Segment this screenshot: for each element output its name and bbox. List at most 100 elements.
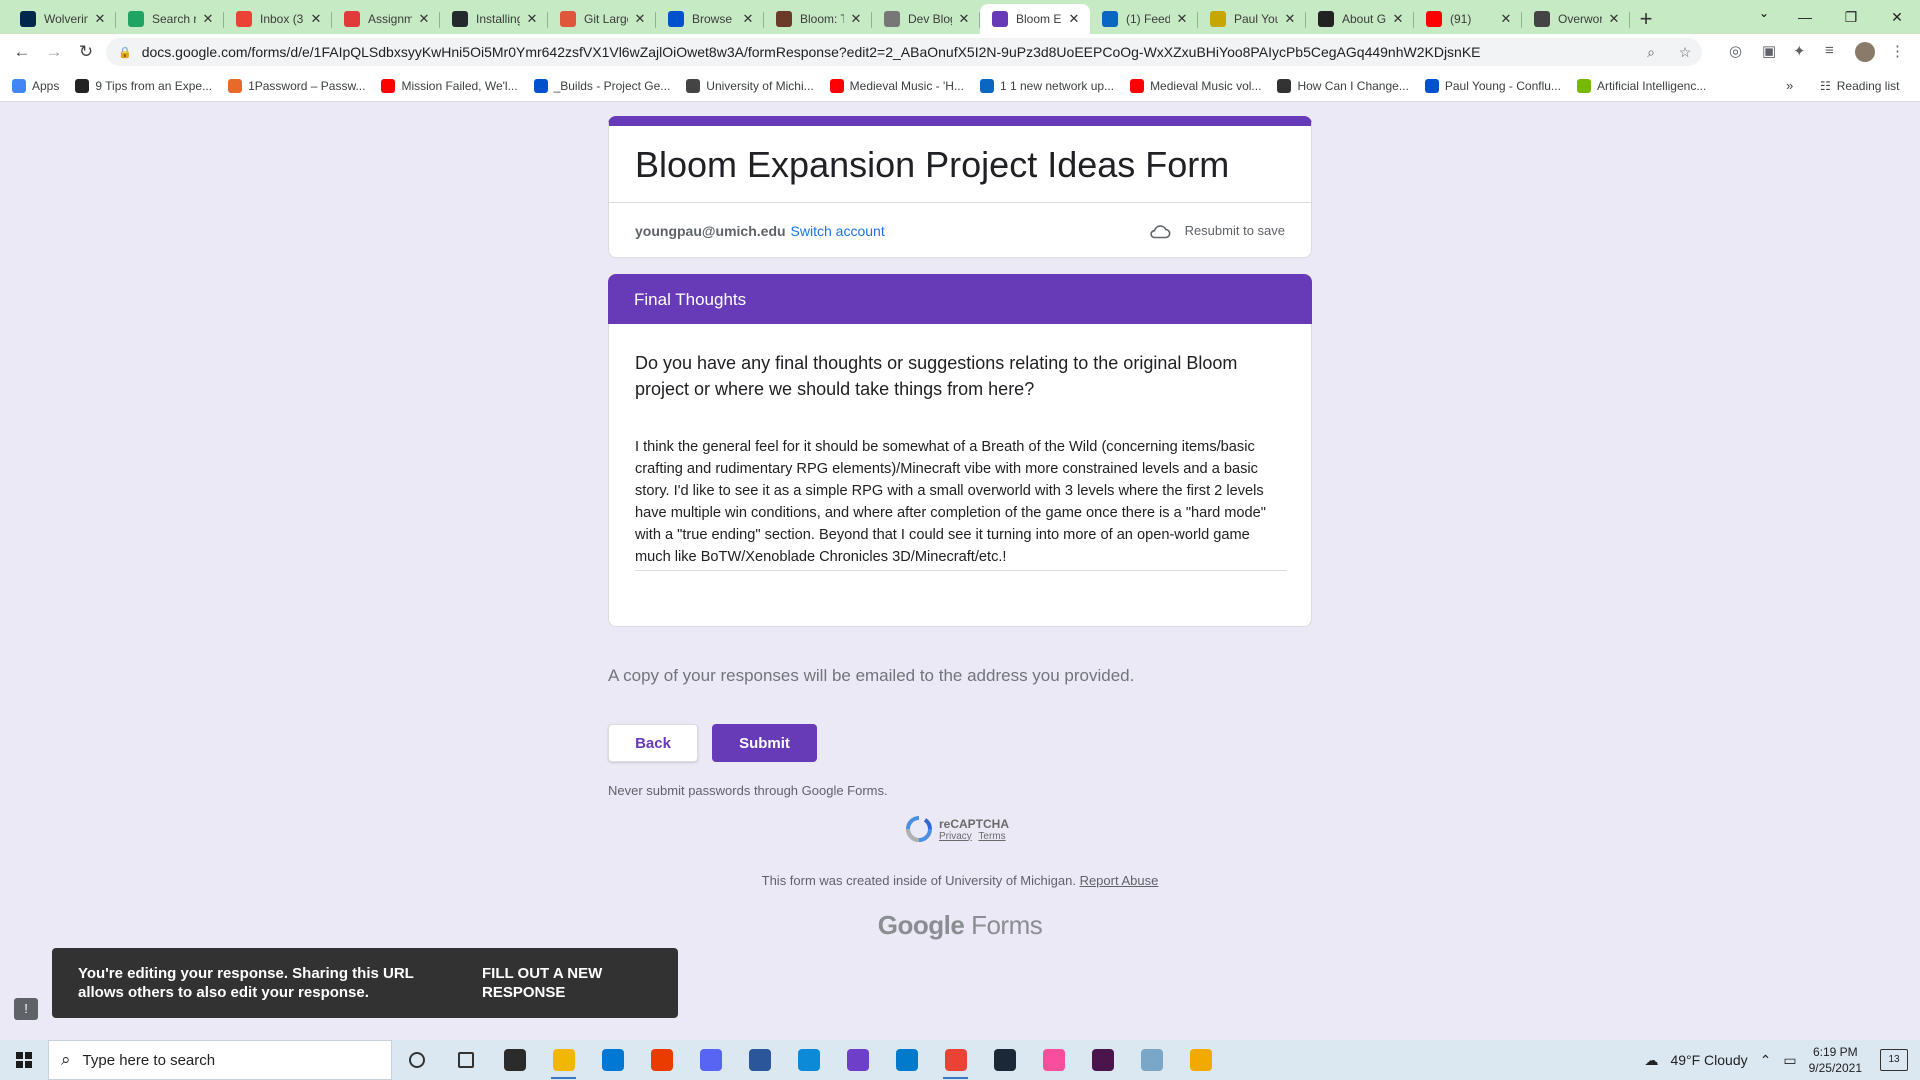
bookmark-favicon-icon <box>75 78 90 93</box>
forward-icon[interactable]: → <box>38 42 70 62</box>
bookmark-item[interactable]: _Builds - Project Ge... <box>533 78 670 93</box>
url-text[interactable]: docs.google.com/forms/d/e/1FAIpQLSdbxsyy… <box>142 44 1634 60</box>
taskbar-app[interactable] <box>588 1040 637 1080</box>
extension-cast-icon[interactable]: ▣ <box>1762 42 1776 60</box>
extensions-puzzle-icon[interactable]: ✦ <box>1793 42 1806 60</box>
browser-tab[interactable]: Assignm ✕ <box>332 4 440 34</box>
switch-account-link[interactable]: Switch account <box>791 223 885 239</box>
account-row: youngpau@umich.edu Switch account Resubm… <box>609 202 1311 258</box>
start-button[interactable] <box>0 1040 48 1080</box>
back-icon[interactable]: ← <box>6 42 38 62</box>
tab-close-icon[interactable]: ✕ <box>1174 11 1190 27</box>
tab-close-icon[interactable]: ✕ <box>1606 11 1622 27</box>
browser-tab[interactable]: Wolverin ✕ <box>8 4 116 34</box>
bookmark-item[interactable]: Paul Young - Conflu... <box>1424 78 1561 93</box>
tab-close-icon[interactable]: ✕ <box>632 11 648 27</box>
taskbar-app[interactable] <box>882 1040 931 1080</box>
tab-close-icon[interactable]: ✕ <box>1066 11 1082 27</box>
taskbar-app[interactable] <box>1029 1040 1078 1080</box>
extension-1password-icon[interactable]: ◎ <box>1729 42 1742 60</box>
browser-tab[interactable]: Browse F ✕ <box>656 4 764 34</box>
taskbar-app[interactable] <box>441 1040 490 1080</box>
tab-search-icon[interactable]: ⌄ <box>1752 6 1776 28</box>
bookmark-item[interactable]: 1Password – Passw... <box>228 78 365 93</box>
reload-icon[interactable]: ↻ <box>70 42 102 62</box>
tab-close-icon[interactable]: ✕ <box>1390 11 1406 27</box>
zoom-icon[interactable]: ⌕ <box>1634 44 1668 61</box>
taskbar-app[interactable] <box>931 1040 980 1080</box>
browser-tab[interactable]: About G ✕ <box>1306 4 1414 34</box>
browser-tab[interactable]: Installing ✕ <box>440 4 548 34</box>
bookmark-item[interactable]: Apps <box>12 78 59 93</box>
taskbar-app[interactable] <box>490 1040 539 1080</box>
bookmark-item[interactable]: 9 Tips from an Expe... <box>75 78 212 93</box>
browser-menu-icon[interactable]: ⋮ <box>1890 42 1905 60</box>
taskbar-app[interactable] <box>1078 1040 1127 1080</box>
reading-list-button[interactable]: ☷ Reading list <box>1820 79 1899 93</box>
taskbar-app[interactable] <box>980 1040 1029 1080</box>
taskbar-app[interactable] <box>833 1040 882 1080</box>
taskbar-app[interactable] <box>1127 1040 1176 1080</box>
taskbar-search-box[interactable]: ⌕ Type here to search <box>48 1040 392 1080</box>
recaptcha-terms-link[interactable]: Terms <box>978 831 1005 842</box>
bookmark-item[interactable]: Artificial Intelligenc... <box>1576 78 1706 93</box>
browser-tab[interactable]: Bloom E ✕ <box>980 4 1090 34</box>
bookmarks-overflow-icon[interactable]: » <box>1786 78 1793 93</box>
bookmark-star-icon[interactable]: ☆ <box>1668 44 1702 61</box>
tab-close-icon[interactable]: ✕ <box>740 11 756 27</box>
weather-icon[interactable]: ☁ <box>1644 1052 1658 1069</box>
reading-queue-icon[interactable]: ≡ <box>1825 42 1834 59</box>
close-window-icon[interactable]: ✕ <box>1874 9 1920 26</box>
browser-tab[interactable]: Search re ✕ <box>116 4 224 34</box>
taskbar-app[interactable] <box>686 1040 735 1080</box>
browser-tab[interactable]: Dev Blog ✕ <box>872 4 980 34</box>
feedback-icon[interactable]: ! <box>14 998 38 1020</box>
fill-new-response-button[interactable]: Fill out a new response <box>482 964 622 1002</box>
tab-close-icon[interactable]: ✕ <box>308 11 324 27</box>
taskbar-app[interactable] <box>1176 1040 1225 1080</box>
tab-close-icon[interactable]: ✕ <box>848 11 864 27</box>
battery-icon[interactable]: ▭ <box>1783 1052 1796 1069</box>
bookmark-item[interactable]: University of Michi... <box>686 78 814 93</box>
restore-icon[interactable]: ❐ <box>1828 9 1874 26</box>
tab-close-icon[interactable]: ✕ <box>200 11 216 27</box>
submit-button[interactable]: Submit <box>712 724 817 762</box>
recaptcha-privacy-link[interactable]: Privacy <box>939 831 972 842</box>
browser-tab[interactable]: Paul You ✕ <box>1198 4 1306 34</box>
bookmark-item[interactable]: Mission Failed, We'l... <box>381 78 518 93</box>
profile-avatar[interactable] <box>1855 42 1875 62</box>
tab-close-icon[interactable]: ✕ <box>416 11 432 27</box>
taskbar-app[interactable] <box>637 1040 686 1080</box>
bookmark-item[interactable]: Medieval Music vol... <box>1130 78 1261 93</box>
browser-tab[interactable]: Overwor ✕ <box>1522 4 1630 34</box>
taskbar-app[interactable] <box>392 1040 441 1080</box>
tab-close-icon[interactable]: ✕ <box>524 11 540 27</box>
browser-tab[interactable]: Inbox (3 ✕ <box>224 4 332 34</box>
browser-tab[interactable]: (91) ✕ <box>1414 4 1522 34</box>
taskbar-app[interactable] <box>539 1040 588 1080</box>
new-tab-button[interactable]: + <box>1630 4 1662 34</box>
lock-icon[interactable]: 🔒 <box>118 46 132 59</box>
clock[interactable]: 6:19 PM 9/25/2021 <box>1809 1044 1862 1076</box>
weather-text[interactable]: 49°F Cloudy <box>1670 1052 1747 1068</box>
minimize-icon[interactable]: — <box>1782 9 1828 25</box>
address-bar[interactable]: 🔒 docs.google.com/forms/d/e/1FAIpQLSdbxs… <box>106 38 1702 66</box>
browser-tab[interactable]: Bloom: T ✕ <box>764 4 872 34</box>
bookmark-item[interactable]: How Can I Change... <box>1277 78 1409 93</box>
back-button[interactable]: Back <box>608 724 698 762</box>
google-forms-logo[interactable]: Google Forms <box>0 910 1920 941</box>
answer-textarea[interactable]: I think the general feel for it should b… <box>635 436 1287 571</box>
browser-tab[interactable]: (1) Feed ✕ <box>1090 4 1198 34</box>
tab-close-icon[interactable]: ✕ <box>92 11 108 27</box>
tab-close-icon[interactable]: ✕ <box>1498 11 1514 27</box>
taskbar-app[interactable] <box>735 1040 784 1080</box>
browser-tab[interactable]: Git Large ✕ <box>548 4 656 34</box>
notification-center-icon[interactable]: 13 <box>1880 1049 1908 1071</box>
tab-close-icon[interactable]: ✕ <box>956 11 972 27</box>
taskbar-app[interactable] <box>784 1040 833 1080</box>
tray-overflow-icon[interactable]: ⌃ <box>1760 1052 1772 1069</box>
tab-close-icon[interactable]: ✕ <box>1282 11 1298 27</box>
report-abuse-link[interactable]: Report Abuse <box>1080 873 1159 888</box>
bookmark-item[interactable]: 1 1 new network up... <box>979 78 1114 93</box>
bookmark-item[interactable]: Medieval Music - 'H... <box>829 78 964 93</box>
